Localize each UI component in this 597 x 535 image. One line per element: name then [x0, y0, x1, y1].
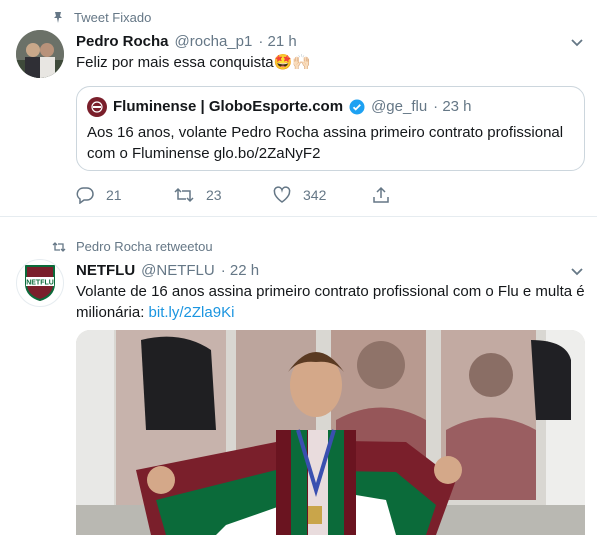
quoted-author-handle: @ge_flu	[371, 98, 428, 115]
tweet2-text: Volante de 16 anos assina primeiro contr…	[76, 281, 586, 323]
quoted-text-line: com o Fluminense glo.bo/2ZaNyF2	[87, 145, 321, 162]
quoted-tweet-time: · 23 h	[433, 98, 472, 115]
heart-icon	[273, 186, 291, 203]
quoted-text: Aos 16 anos, volante Pedro Rocha assina …	[87, 122, 577, 164]
author-handle[interactable]: @rocha_p1	[175, 33, 253, 50]
pinned-label-row: Tweet Fixado	[52, 10, 151, 25]
tweet-link[interactable]: bit.ly/2Zla9Ki	[149, 304, 235, 321]
netflu-avatar-text: NETFLU	[26, 280, 54, 287]
quoted-author-name: Fluminense | GloboEsporte.com	[113, 98, 344, 115]
quoted-text-line: Aos 16 anos, volante Pedro Rocha assina …	[87, 124, 564, 141]
reply-icon	[76, 187, 94, 204]
pinned-label: Tweet Fixado	[74, 10, 152, 25]
author-name[interactable]: Pedro Rocha	[76, 33, 169, 50]
globoesporte-logo-icon	[91, 101, 103, 113]
player-photo-image	[76, 330, 585, 535]
avatar-netflu[interactable]: NETFLU	[16, 259, 64, 307]
tweet-text-prefix: milionária:	[76, 304, 149, 321]
reply-count: 21	[106, 187, 122, 203]
tweet-text-line: Volante de 16 anos assina primeiro contr…	[76, 283, 585, 300]
tweet-media-photo[interactable]	[76, 330, 585, 535]
avatar-pedro-rocha[interactable]	[16, 30, 64, 78]
author-handle[interactable]: @NETFLU	[141, 262, 215, 279]
tweet-time[interactable]: · 22 h	[221, 262, 259, 279]
author-name[interactable]: NETFLU	[76, 262, 135, 279]
tweet1-text-row: Feliz por mais essa conquista🤩🙌🏻	[76, 52, 311, 73]
verified-badge-icon	[349, 99, 365, 114]
retweet-small-icon	[52, 241, 66, 252]
like-count: 342	[303, 187, 327, 203]
chevron-down-icon[interactable]	[570, 35, 584, 49]
tweet-time[interactable]: · 21 h	[258, 33, 296, 50]
tweet-divider	[0, 216, 597, 217]
share-button[interactable]	[372, 186, 402, 204]
tweet1-header: Pedro Rocha @rocha_p1 · 21 h	[76, 33, 297, 50]
tweet2-header: NETFLU @NETFLU · 22 h	[76, 262, 259, 279]
retweet-icon	[174, 187, 194, 203]
chevron-down-icon[interactable]	[570, 264, 584, 278]
quoted-tweet-card[interactable]: Fluminense | GloboEsporte.com @ge_flu · …	[76, 86, 585, 171]
retweeted-label[interactable]: Pedro Rocha retweetou	[76, 239, 213, 254]
quoted-header: Fluminense | GloboEsporte.com @ge_flu · …	[113, 98, 472, 115]
pin-icon	[54, 12, 62, 23]
quoted-avatar	[87, 97, 107, 117]
tweet-text-line-2: milionária: bit.ly/2Zla9Ki	[76, 302, 586, 323]
emoji-icon: 🤩🙌🏻	[273, 54, 311, 71]
netflu-shield-icon: NETFLU	[25, 265, 55, 302]
share-icon	[373, 186, 389, 203]
retweeted-label-row: Pedro Rocha retweetou	[52, 239, 213, 254]
tweet-text: Feliz por mais essa conquista	[76, 54, 274, 71]
retweet-count: 23	[206, 187, 222, 203]
like-button[interactable]: 342	[273, 186, 326, 204]
reply-button[interactable]: 21	[76, 186, 122, 204]
retweet-button[interactable]: 23	[174, 186, 222, 204]
